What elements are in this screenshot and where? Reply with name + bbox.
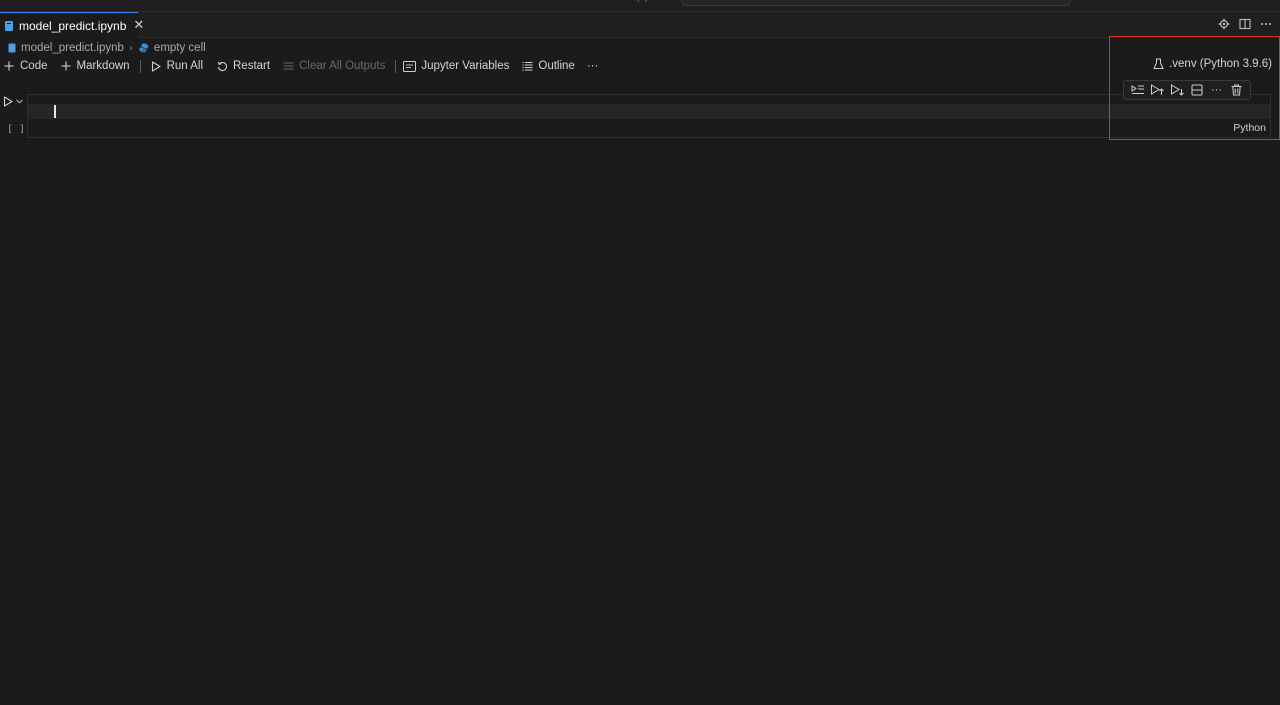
execute-below-cells-icon[interactable] [1170, 83, 1184, 97]
split-editor-icon[interactable] [1239, 17, 1251, 31]
tab-bar: model_predict.ipynb ✕ [0, 12, 1280, 38]
editor-actions [1218, 17, 1272, 31]
chevron-right-icon: › [128, 42, 133, 54]
add-code-cell-button[interactable]: Code [3, 60, 48, 72]
breadcrumb-cell[interactable]: empty cell [139, 42, 206, 54]
more-icon: ··· [586, 60, 599, 72]
notebook-file-icon [8, 43, 16, 53]
more-actions-icon[interactable] [1260, 17, 1272, 31]
plus-icon [60, 60, 72, 72]
clear-all-outputs-label: Clear All Outputs [299, 60, 386, 72]
outline-button[interactable]: Outline [521, 60, 575, 72]
restart-button[interactable]: Restart [216, 60, 270, 72]
jupyter-variables-label: Jupyter Variables [421, 60, 510, 72]
cell-more-icon[interactable]: ··· [1209, 83, 1223, 97]
close-icon[interactable]: ✕ [133, 18, 144, 33]
notebook-file-icon [4, 20, 14, 32]
plus-icon [3, 60, 15, 72]
add-markdown-cell-button[interactable]: Markdown [60, 60, 130, 72]
kernel-picker[interactable]: .venv (Python 3.9.6) [1153, 58, 1272, 70]
execute-above-cells-icon[interactable] [1150, 83, 1165, 97]
cell-language-label[interactable]: Python [1233, 122, 1266, 134]
play-icon [3, 96, 13, 107]
execute-above-icon[interactable] [1131, 83, 1145, 97]
notebook-toolbar: Code Markdown Run All Restart Clear All … [0, 57, 1280, 75]
kernel-label: .venv (Python 3.9.6) [1169, 58, 1272, 70]
variables-icon [403, 60, 417, 72]
add-code-label: Code [20, 60, 48, 72]
run-cell-button[interactable] [3, 96, 23, 107]
tab-label: model_predict.ipynb [19, 18, 127, 33]
toolbar-divider [139, 59, 141, 73]
breadcrumb-file-label: model_predict.ipynb [21, 42, 124, 54]
text-cursor [54, 105, 56, 118]
execution-count: [ ] [7, 124, 26, 135]
kernel-icon [1153, 58, 1164, 70]
breadcrumb-cell-label: empty cell [153, 42, 206, 54]
run-all-label: Run All [166, 60, 203, 72]
outline-label: Outline [538, 60, 575, 72]
add-markdown-label: Markdown [76, 60, 130, 72]
title-bar: ‹ › [0, 0, 1280, 12]
code-cell[interactable]: Python [27, 94, 1271, 138]
run-all-button[interactable]: Run All [150, 60, 203, 72]
cell-editor[interactable] [28, 104, 1270, 119]
cell-toolbar: ··· [1123, 80, 1251, 100]
toolbar-more-button[interactable]: ··· [587, 60, 599, 72]
restart-icon [216, 60, 228, 72]
clear-all-outputs-button[interactable]: Clear All Outputs [282, 60, 385, 72]
jupyter-variables-button[interactable]: Jupyter Variables [403, 60, 509, 72]
gear-icon[interactable] [1218, 17, 1230, 31]
nav-arrows[interactable]: ‹ › [636, 0, 648, 6]
tab-model-predict[interactable]: model_predict.ipynb ✕ [0, 12, 144, 38]
restart-label: Restart [233, 60, 271, 72]
trash-icon[interactable] [1229, 83, 1243, 97]
split-cell-icon[interactable] [1190, 83, 1204, 97]
outline-icon [521, 60, 533, 72]
python-icon [139, 43, 149, 53]
chevron-down-icon[interactable] [16, 99, 23, 104]
clear-all-icon [282, 60, 294, 72]
breadcrumb: model_predict.ipynb › empty cell [8, 40, 206, 56]
command-center[interactable] [681, 0, 1071, 6]
play-icon [150, 60, 162, 72]
toolbar-divider [395, 59, 397, 73]
breadcrumb-file[interactable]: model_predict.ipynb [8, 42, 124, 54]
